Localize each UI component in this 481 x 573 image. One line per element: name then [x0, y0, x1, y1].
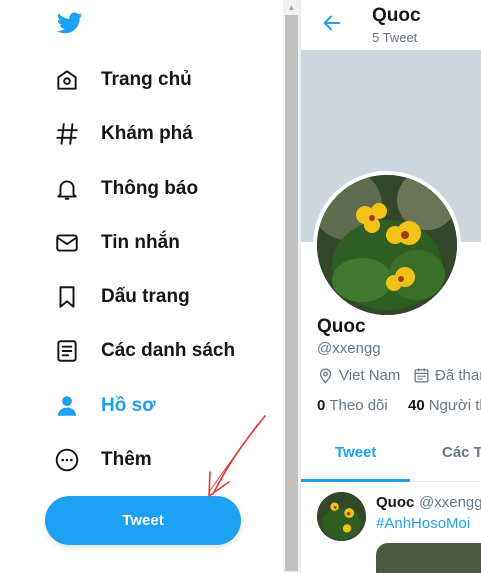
sidebar-item-label: Hồ sơ — [101, 395, 156, 416]
sidebar-nav: Trang chủ Khám phá Thông báo Tin nhắn Dấ… — [0, 0, 283, 573]
following-link[interactable]: 0 Theo dõi — [317, 397, 388, 414]
person-icon — [52, 391, 82, 421]
sidebar-item-home[interactable]: Trang chủ — [52, 60, 192, 100]
sidebar-item-label: Tin nhắn — [101, 232, 180, 253]
sidebar-item-label: Các danh sách — [101, 340, 236, 361]
tweet-button[interactable]: Tweet — [45, 496, 241, 545]
sidebar-item-notifications[interactable]: Thông báo — [52, 169, 198, 209]
followers-count: 40 — [408, 397, 425, 414]
back-arrow-icon[interactable] — [321, 12, 343, 34]
joined-text: Đã thar — [435, 367, 481, 384]
location-text: Viet Nam — [339, 367, 401, 384]
sidebar-item-explore[interactable]: Khám phá — [52, 114, 193, 154]
sidebar-item-label: Thông báo — [101, 178, 199, 199]
more-icon — [52, 445, 82, 475]
sidebar-item-lists[interactable]: Các danh sách — [52, 331, 235, 371]
profile-location: Viet Nam — [317, 367, 400, 384]
followers-label: Người th — [428, 397, 481, 414]
tweet-hashtag-link[interactable]: #AnhHosoMoi — [376, 515, 470, 532]
sidebar-item-label: Dấu trang — [101, 286, 190, 307]
mail-icon — [52, 228, 82, 258]
sidebar-item-profile[interactable]: Hồ sơ — [52, 386, 156, 426]
profile-name: Quoc — [317, 316, 366, 337]
tweet-avatar[interactable] — [317, 492, 366, 541]
calendar-icon — [414, 368, 429, 383]
scrollbar[interactable]: ▲ — [283, 0, 300, 573]
scroll-up-arrow-icon[interactable]: ▲ — [283, 0, 300, 14]
list-icon — [52, 336, 82, 366]
location-pin-icon — [319, 368, 332, 384]
header-tweet-count: 5 Tweet — [372, 30, 418, 45]
tweet-author-handle[interactable]: @xxengg — [419, 494, 481, 511]
sidebar-item-label: Khám phá — [101, 123, 193, 144]
tab-tweets[interactable]: Tweet — [335, 444, 376, 461]
followers-link[interactable]: 40Người th — [408, 397, 481, 414]
sidebar-item-label: Trang chủ — [101, 69, 192, 90]
bookmark-icon — [52, 282, 82, 312]
twitter-bird-icon[interactable] — [55, 10, 85, 36]
profile-handle: @xxengg — [317, 340, 381, 357]
tab-replies[interactable]: Các T — [442, 444, 481, 461]
scrollbar-thumb[interactable] — [285, 15, 298, 571]
following-label: Theo dõi — [329, 397, 388, 414]
home-icon — [52, 65, 82, 95]
sidebar-item-more[interactable]: Thêm — [52, 440, 152, 480]
profile-joined: Đã thar — [413, 367, 481, 384]
sidebar-item-label: Thêm — [101, 449, 152, 470]
sidebar-item-bookmarks[interactable]: Dấu trang — [52, 277, 190, 317]
sidebar-item-messages[interactable]: Tin nhắn — [52, 223, 180, 263]
profile-avatar[interactable] — [313, 171, 461, 319]
profile-column: Quoc 5 Tweet Quoc @xxengg Viet Nam Đã th… — [300, 0, 481, 573]
following-count: 0 — [317, 397, 326, 414]
tweet-media-image[interactable] — [376, 543, 481, 573]
active-tab-indicator — [301, 479, 410, 482]
bell-icon — [52, 174, 82, 204]
header-profile-name: Quoc — [372, 5, 421, 26]
hashtag-icon — [52, 119, 82, 149]
tweet-author-name[interactable]: Quoc — [376, 494, 414, 511]
